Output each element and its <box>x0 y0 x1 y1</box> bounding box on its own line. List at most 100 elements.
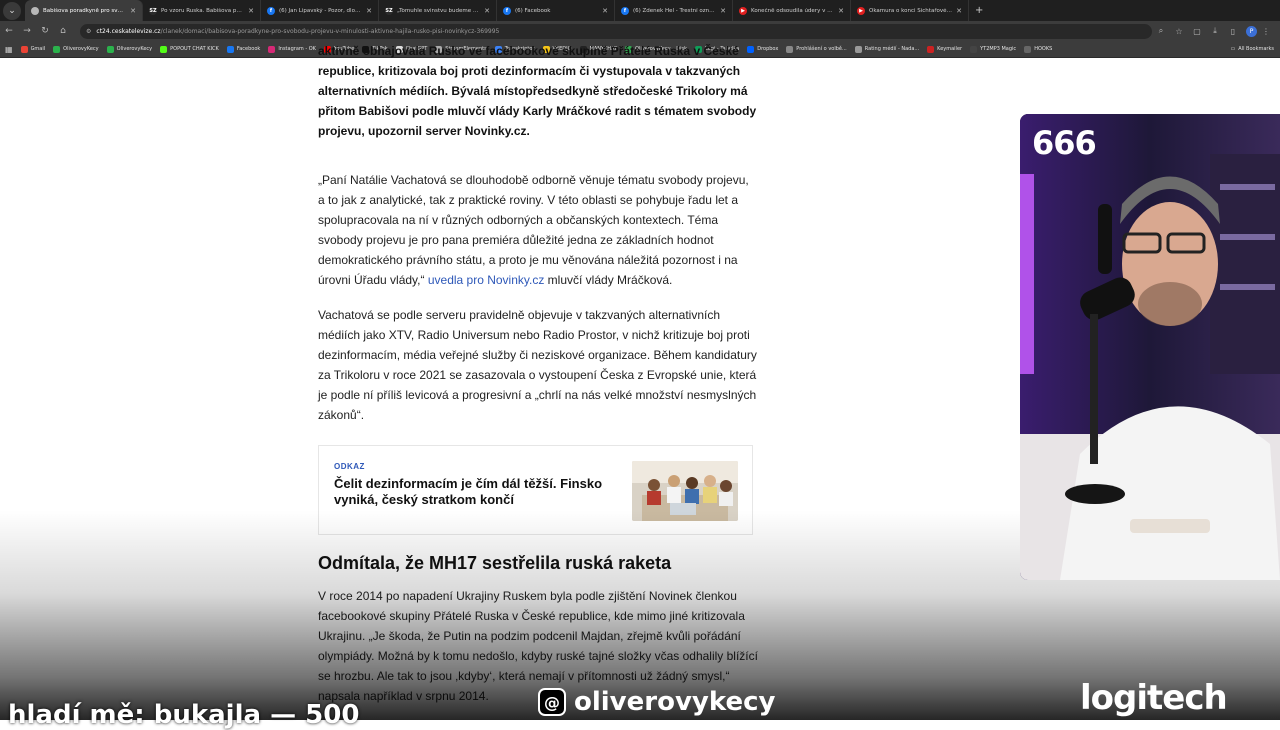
browser-tab[interactable]: f (6) Jan Lipavský - Pozor, dlouh... ✕ <box>261 0 379 21</box>
tab-close-icon[interactable]: ✕ <box>720 7 726 15</box>
card-thumbnail[interactable] <box>632 461 738 521</box>
bookmark-label: Instagram - OK <box>278 46 316 52</box>
bookmark-favicon-icon <box>1024 45 1032 53</box>
browser-tab[interactable]: ▶ Konečně odsoudila údery v Irán... ✕ <box>733 0 851 21</box>
sponsor-logo: logitech <box>1080 678 1228 718</box>
tab-close-icon[interactable]: ✕ <box>130 7 136 15</box>
tab-close-icon[interactable]: ✕ <box>956 7 962 15</box>
bookmark-label: Gmail <box>30 46 46 52</box>
quote-tail: mluvčí vlády Mráčková. <box>544 273 673 287</box>
threads-handle: oliverovykecy <box>574 687 776 717</box>
tab-favicon-icon: ▶ <box>739 6 747 15</box>
bookmark-label: YT2MP3 Magic <box>980 46 1017 52</box>
url-domain: ct24.ceskatelevize.cz <box>96 27 161 35</box>
browser-tab[interactable]: SZ „Tomuhle svinstvu budeme bra... ✕ <box>379 0 497 21</box>
bookmark-favicon-icon <box>20 45 28 53</box>
bookmark-favicon-icon <box>160 45 168 53</box>
apps-grid-icon[interactable]: ▦ <box>5 45 13 54</box>
tab-favicon-icon <box>31 6 39 15</box>
source-link[interactable]: uvedla pro Novinky.cz <box>428 273 545 287</box>
bookmark-label: POPOUT CHAT KICK <box>170 46 219 52</box>
bookmark-item[interactable]: HOOKS <box>1024 45 1053 53</box>
tab-close-icon[interactable]: ✕ <box>484 7 490 15</box>
webcam-counter: 666 <box>1032 124 1097 162</box>
tab-favicon-icon: f <box>503 6 511 15</box>
related-article-card[interactable]: ODKAZ Čelit dezinformacím je čím dál těž… <box>318 445 753 535</box>
reload-icon[interactable]: ↻ <box>36 26 54 36</box>
tab-title: Okamura o konci Šichtařové: Ch... <box>869 7 952 14</box>
bookmark-item[interactable]: Prohlášení o volbě... <box>786 45 847 53</box>
browser-toolbar: ← → ↻ ⌂ ⚙ ct24.ceskatelevize.cz /clanek/… <box>0 21 1280 41</box>
article-lead: aktivně obhajovala Rusko ve facebookové … <box>318 44 757 138</box>
section-heading: Odmítala, že MH17 sestřelila ruská raket… <box>318 553 672 573</box>
tab-close-icon[interactable]: ✕ <box>602 7 608 15</box>
site-info-icon[interactable]: ⚙ <box>86 28 91 35</box>
extensions-icon[interactable]: ▢ <box>1188 27 1206 36</box>
tab-search-icon[interactable]: ⌄ <box>3 1 21 20</box>
address-bar[interactable]: ⚙ ct24.ceskatelevize.cz /clanek/domaci/b… <box>80 23 1152 39</box>
home-icon[interactable]: ⌂ <box>54 26 72 36</box>
browser-tab[interactable]: Babišova poradkyně pro svobo... ✕ <box>25 0 143 21</box>
tab-close-icon[interactable]: ✕ <box>248 7 254 15</box>
bookmark-label: Rating médií - Nada... <box>864 46 920 52</box>
card-kicker: ODKAZ <box>334 462 365 471</box>
tab-favicon-icon: f <box>267 6 275 15</box>
bookmark-item[interactable]: YT2MP3 Magic <box>970 45 1017 53</box>
tab-favicon-icon: ▶ <box>857 6 865 15</box>
url-path: /clanek/domaci/babisova-poradkyne-pro-sv… <box>160 27 500 35</box>
browser-tab[interactable]: ▶ Okamura o konci Šichtařové: Ch... ✕ <box>851 0 969 21</box>
threads-icon: @ <box>538 688 566 716</box>
bookmark-star-icon[interactable]: ☆ <box>1170 27 1188 36</box>
tab-title: Po vzoru Ruska. Babišova pora... <box>161 7 245 14</box>
all-bookmarks-button[interactable]: ▭ All Bookmarks <box>1231 46 1274 52</box>
bookmark-label: Dropbox <box>757 46 779 52</box>
back-icon[interactable]: ← <box>0 26 18 36</box>
tab-favicon-icon: SZ <box>385 6 393 15</box>
bookmark-item[interactable]: OliverovyKecy <box>106 45 153 53</box>
tab-close-icon[interactable]: ✕ <box>838 7 844 15</box>
profile-avatar[interactable]: P <box>1246 25 1257 37</box>
tab-title: Babišova poradkyně pro svobo... <box>43 7 127 14</box>
bookmark-favicon-icon <box>854 45 862 53</box>
bookmark-label: OliverovyKecy <box>116 46 153 52</box>
card-title[interactable]: Čelit dezinformacím je čím dál těžší. Fi… <box>334 476 624 508</box>
bookmark-item[interactable]: Gmail <box>20 45 46 53</box>
download-icon[interactable]: ⤓ <box>1206 26 1224 36</box>
side-panel-icon[interactable]: ▯ <box>1224 27 1242 36</box>
tab-close-icon[interactable]: ✕ <box>366 7 372 15</box>
tab-strip: Babišova poradkyně pro svobo... ✕ SZ Po vzo… <box>25 0 969 21</box>
forward-icon[interactable]: → <box>18 26 36 36</box>
folder-icon: ▭ <box>1230 46 1236 52</box>
donation-ticker: hladí mě: bukajla — 500 <box>8 700 360 730</box>
tab-title: „Tomuhle svinstvu budeme bra... <box>397 7 481 14</box>
article-paragraph: Vachatová se podle serveru pravidelně ob… <box>318 308 757 422</box>
tab-title: (6) Facebook <box>515 7 551 14</box>
bookmark-item[interactable]: POPOUT CHAT KICK <box>160 45 219 53</box>
tab-title: (6) Jan Lipavský - Pozor, dlouh... <box>279 7 363 14</box>
new-tab-button[interactable]: + <box>975 5 983 16</box>
bookmark-label: HOOKS <box>1034 46 1053 52</box>
bookmark-item[interactable]: Rating médií - Nada... <box>854 45 920 53</box>
tab-bar: ⌄ Babišova poradkyně pro svobo... ✕ SZ Po v… <box>0 0 1280 21</box>
bookmark-label: OliverovyKecy <box>63 46 99 52</box>
tab-favicon-icon: f <box>621 6 629 15</box>
tab-title: (6) Zdenek Hel - Trestní oznám... <box>633 7 717 14</box>
tab-favicon-icon: SZ <box>149 6 157 15</box>
bookmark-item[interactable]: Facebook <box>226 45 261 53</box>
threads-handle-overlay: @ oliverovykecy <box>538 687 775 717</box>
article-quote-paragraph: „Paní Natálie Vachatová se dlouhodobě od… <box>318 170 758 290</box>
tab-title: Konečně odsoudila údery v Irán... <box>751 7 835 14</box>
menu-icon[interactable]: ⋮ <box>1257 27 1275 36</box>
bookmark-favicon-icon <box>927 45 935 53</box>
bookmark-item[interactable]: Keymailer <box>927 45 962 53</box>
bookmark-item[interactable]: OliverovyKecy <box>53 45 99 53</box>
browser-tab[interactable]: f (6) Facebook ✕ <box>497 0 615 21</box>
browser-tab[interactable]: SZ Po vzoru Ruska. Babišova pora... ✕ <box>143 0 261 21</box>
zoom-icon[interactable]: ⌕ <box>1152 26 1170 36</box>
bookmark-favicon-icon <box>970 45 978 53</box>
streamer-webcam-image <box>1020 114 1280 580</box>
bookmark-item[interactable]: Instagram - OK <box>268 45 316 53</box>
webcam-feed: 666 <box>1020 114 1280 580</box>
bookmark-label: Facebook <box>236 46 261 52</box>
browser-tab[interactable]: f (6) Zdenek Hel - Trestní oznám... ✕ <box>615 0 733 21</box>
